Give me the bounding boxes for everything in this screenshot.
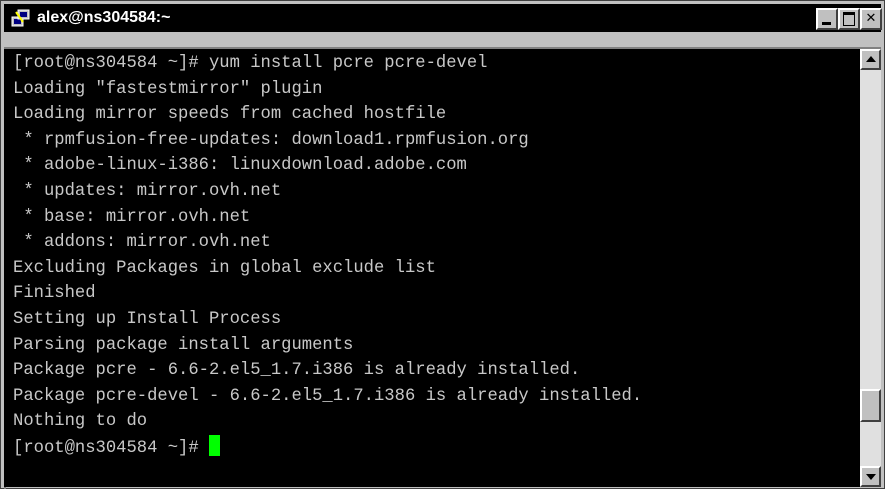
minimize-icon — [822, 22, 831, 25]
terminal-line: Nothing to do — [13, 412, 148, 432]
terminal-line: * updates: mirror.ovh.net — [13, 181, 282, 201]
terminal-line: * addons: mirror.ovh.net — [13, 233, 271, 253]
putty-terminal-icon — [11, 9, 30, 27]
maximize-icon — [843, 12, 855, 26]
terminal-lines: [root@ns304584 ~]# yum install pcre pcre… — [13, 51, 642, 461]
title-bar[interactable]: alex@ns304584:~ ✕ — [4, 4, 882, 32]
terminal-output[interactable]: [root@ns304584 ~]# yum install pcre pcre… — [4, 49, 860, 487]
scroll-up-arrow-icon — [866, 56, 876, 62]
terminal-line: [root@ns304584 ~]# yum install pcre pcre… — [13, 54, 488, 73]
terminal-line: Loading "fastestmirror" plugin — [13, 79, 323, 99]
close-icon: ✕ — [865, 11, 877, 26]
terminal-line: Package pcre-devel - 6.6-2.el5_1.7.i386 … — [13, 386, 643, 406]
vertical-scrollbar[interactable] — [860, 49, 881, 487]
scroll-down-button[interactable] — [860, 466, 881, 487]
terminal-line: * adobe-linux-i386: linuxdownload.adobe.… — [13, 156, 467, 176]
close-button[interactable]: ✕ — [860, 8, 882, 30]
maximize-button[interactable] — [838, 8, 860, 30]
terminal-line: * base: mirror.ovh.net — [13, 207, 251, 227]
scrollbar-thumb[interactable] — [860, 389, 881, 422]
scroll-down-arrow-icon — [866, 474, 876, 480]
terminal-line: Package pcre - 6.6-2.el5_1.7.i386 is alr… — [13, 361, 581, 381]
terminal-line: Loading mirror speeds from cached hostfi… — [13, 105, 447, 125]
scroll-up-button[interactable] — [860, 49, 881, 70]
terminal-window: alex@ns304584:~ ✕ [root@ns304584 ~]# yum… — [0, 0, 885, 489]
text-cursor — [208, 434, 220, 456]
terminal-line: Excluding Packages in global exclude lis… — [13, 258, 436, 278]
window-title: alex@ns304584:~ — [37, 9, 171, 26]
minimize-button[interactable] — [816, 8, 838, 30]
terminal-prompt-line[interactable]: [root@ns304584 ~]# — [13, 434, 642, 461]
terminal-line: * rpmfusion-free-updates: download1.rpmf… — [13, 130, 529, 150]
shell-prompt: [root@ns304584 ~]# — [13, 438, 209, 458]
terminal-line: Finished — [13, 284, 96, 304]
terminal-line: Setting up Install Process — [13, 309, 282, 329]
terminal-line: Parsing package install arguments — [13, 335, 354, 355]
